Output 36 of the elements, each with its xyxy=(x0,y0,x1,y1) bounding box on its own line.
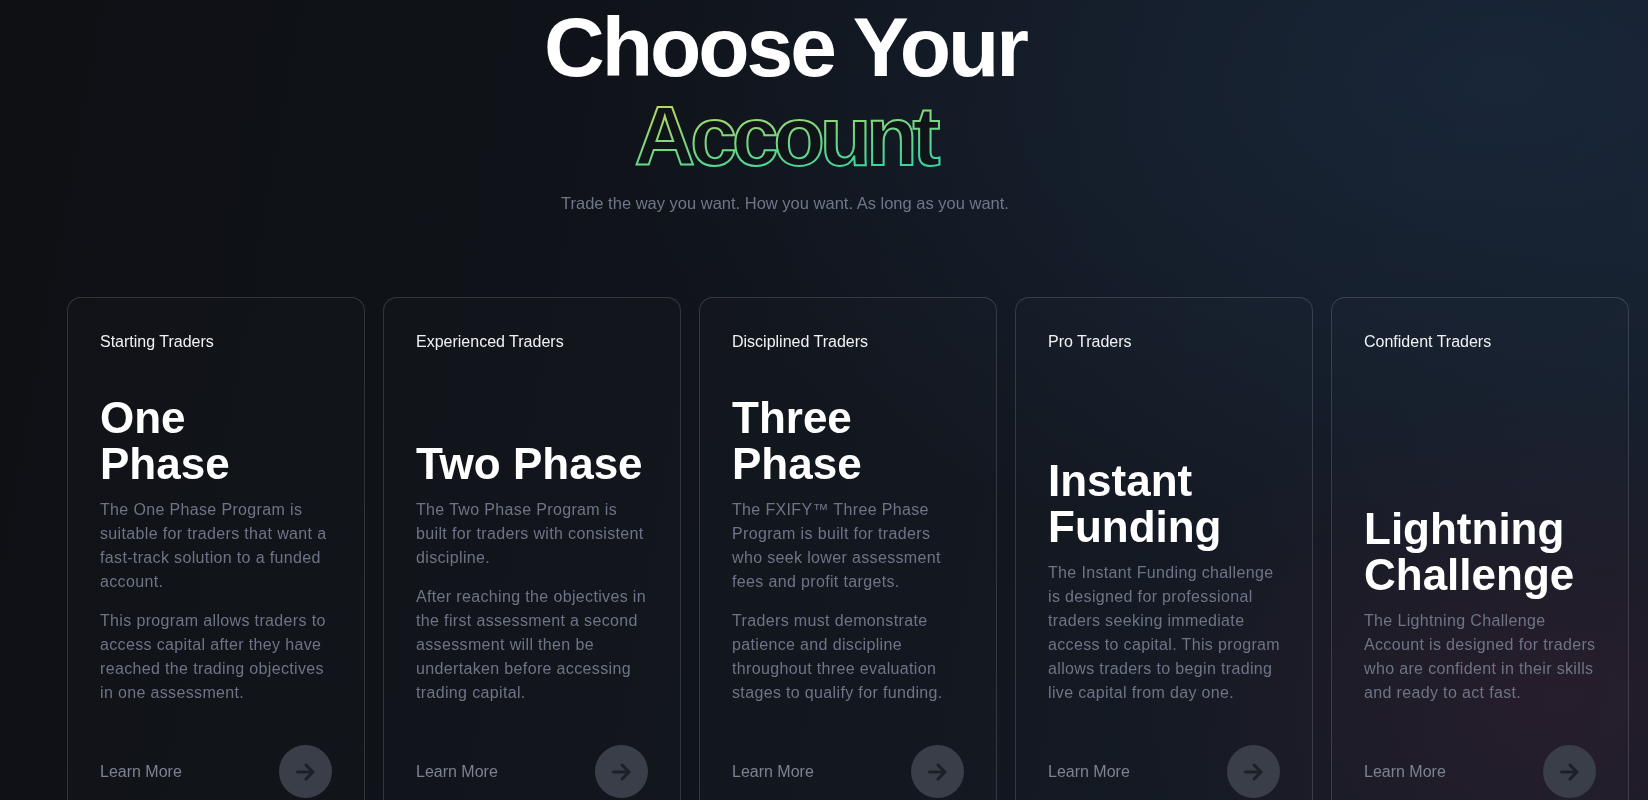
card-description: The Instant Funding challenge is designed for professional traders seeking immediate access to capital. This program allows traders to begin trading live capital from day one. xyxy=(1048,563,1280,703)
card-title: Three Phase xyxy=(732,395,863,487)
card-title: Lightning Challenge xyxy=(1364,506,1576,598)
round-arrow-button[interactable] xyxy=(1543,745,1596,798)
learn-more-link[interactable]: Learn More xyxy=(1364,761,1446,782)
heading-title: Choose Your xyxy=(544,5,1026,89)
card-audience-label: Pro Traders xyxy=(1048,332,1133,352)
card-title: One Phase xyxy=(100,395,231,487)
card-audience-label: Disciplined Traders xyxy=(732,332,870,352)
round-arrow-button[interactable] xyxy=(1227,745,1280,798)
card-description: The One Phase Program is suitable for traders that want a fast-track solution to a funded account. xyxy=(100,500,328,592)
arrow-right-icon xyxy=(1559,762,1580,781)
arrow-right-icon xyxy=(611,762,632,781)
card-description: The FXIFY™ Three Phase Program is built for traders who seek lower assessment fees and profit targets. xyxy=(732,500,942,592)
card-description: The Two Phase Program is built for traders with consistent discipline. xyxy=(416,500,645,568)
round-arrow-button[interactable] xyxy=(279,745,332,798)
round-arrow-button[interactable] xyxy=(595,745,648,798)
arrow-right-icon xyxy=(1243,762,1264,781)
learn-more-link[interactable]: Learn More xyxy=(732,761,814,782)
arrow-right-icon xyxy=(295,762,316,781)
card-description: After reaching the objectives in the first assessment a second assessment will then be undertaken before accessing trading capital. xyxy=(416,587,647,703)
learn-more-link[interactable]: Learn More xyxy=(100,761,182,782)
card-title: Two Phase xyxy=(416,441,644,487)
learn-more-link[interactable]: Learn More xyxy=(416,761,498,782)
round-arrow-button[interactable] xyxy=(911,745,964,798)
arrow-right-icon xyxy=(927,762,948,781)
card-audience-label: Experienced Traders xyxy=(416,332,565,352)
card-title: Instant Funding xyxy=(1048,458,1223,550)
card-description: Traders must demonstrate patience and discipline throughout three evaluation stages to qualify for funding. xyxy=(732,611,944,703)
card-audience-label: Starting Traders xyxy=(100,332,215,352)
heading-accent-text: Account xyxy=(634,89,936,171)
learn-more-link[interactable]: Learn More xyxy=(1048,761,1130,782)
heading-subtitle: Trade the way you want. How you want. As long as you want. xyxy=(561,193,1009,214)
card-description: The Lightning Challenge Account is designed for traders who are confident in their skills and ready to act fast. xyxy=(1364,611,1596,703)
card-audience-label: Confident Traders xyxy=(1364,332,1493,352)
card-description: This program allows traders to access capital after they have reached the trading objectives in one assessment. xyxy=(100,611,327,703)
